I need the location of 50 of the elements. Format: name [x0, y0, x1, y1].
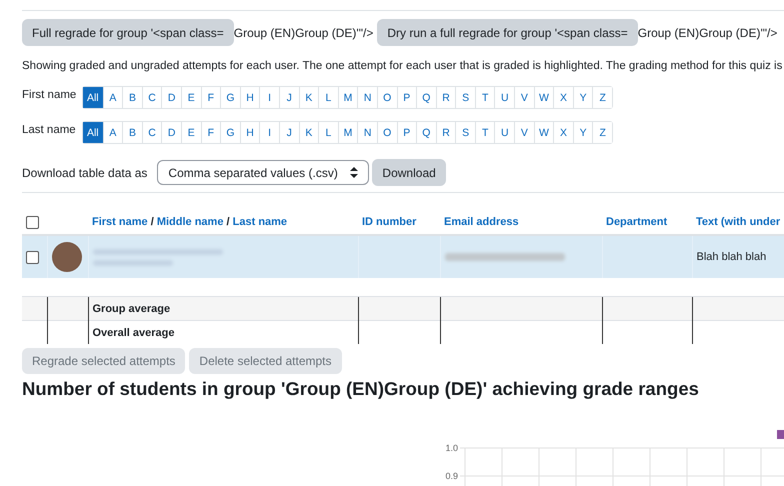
sort-header-link[interactable]: Email address — [444, 216, 519, 228]
initial-letter-link[interactable]: C — [142, 122, 162, 143]
download-label: Download table data as — [22, 166, 148, 180]
y-tick-label: 0.9 — [445, 471, 458, 481]
initial-letter-link[interactable]: W — [534, 122, 554, 143]
bulk-action-button[interactable]: Regrade selected attempts — [22, 348, 186, 374]
initial-letter-link[interactable]: T — [474, 122, 494, 143]
initials-label: Last name — [22, 124, 77, 136]
intro-text: Showing graded and ungraded attempts for each user. The one attempt for each user that is graded is highlighted. The grading method for this quiz is — [22, 60, 784, 72]
initial-letter-link[interactable]: Y — [572, 87, 592, 108]
download-button[interactable]: Download — [372, 159, 446, 186]
regrade-button[interactable]: Dry run a full regrade for group '<span class= — [377, 19, 638, 46]
sort-header-link[interactable]: Text (with under — [696, 216, 780, 228]
initial-letter-link[interactable]: All — [83, 122, 103, 143]
initial-letter-link[interactable]: All — [83, 87, 103, 108]
regrade-button[interactable]: Full regrade for group '<span class= — [22, 19, 234, 46]
button-trailing-text: Group (EN)Group (DE)'"/> — [234, 26, 374, 40]
initial-letter-link[interactable]: R — [436, 122, 456, 143]
avatar-icon — [52, 242, 82, 272]
format-select[interactable]: Comma separated values (.csv) — [157, 160, 370, 185]
bulk-action-button[interactable]: Delete selected attempts — [189, 348, 342, 374]
sort-header-link[interactable]: Middle name — [156, 216, 224, 228]
sort-header-link[interactable]: Last name — [232, 216, 288, 228]
legend-swatch-icon — [777, 430, 784, 439]
initial-letter-link[interactable]: M — [338, 122, 358, 143]
dropdown-caret-icon — [350, 167, 358, 178]
initial-letter-link[interactable]: Z — [592, 122, 612, 143]
table-cell: Blah blah blah — [692, 235, 784, 278]
header-separator: / — [150, 216, 155, 228]
sort-header-link[interactable]: Department — [606, 216, 668, 228]
initial-letter-link[interactable]: M — [338, 87, 358, 108]
sort-header-link[interactable]: First name — [92, 216, 148, 228]
initials-label: First name — [22, 88, 78, 100]
initial-letter-link[interactable]: H — [240, 122, 260, 143]
row-checkbox[interactable] — [26, 250, 39, 264]
initial-letter-link[interactable]: H — [240, 87, 260, 108]
y-tick-label: 1.0 — [445, 443, 458, 453]
sort-header-link[interactable]: ID number — [362, 216, 416, 228]
header-separator: / — [226, 216, 231, 228]
initial-letter-link[interactable]: W — [534, 87, 554, 108]
chart-title: Number of students in group 'Group (EN)Group (DE)' achieving grade ranges — [22, 378, 700, 400]
initial-letter-link[interactable]: Z — [592, 87, 612, 108]
initial-letter-link[interactable]: R — [436, 87, 456, 108]
initial-letter-link[interactable]: C — [142, 87, 162, 108]
select-all-checkbox[interactable] — [26, 216, 39, 228]
summary-row-label: Group average — [92, 302, 170, 314]
summary-row-label: Overall average — [92, 326, 174, 338]
initial-letter-link[interactable]: Y — [572, 122, 592, 143]
button-trailing-text: Group (EN)Group (DE)'"/> — [638, 26, 778, 40]
initial-letter-link[interactable]: T — [474, 87, 494, 108]
